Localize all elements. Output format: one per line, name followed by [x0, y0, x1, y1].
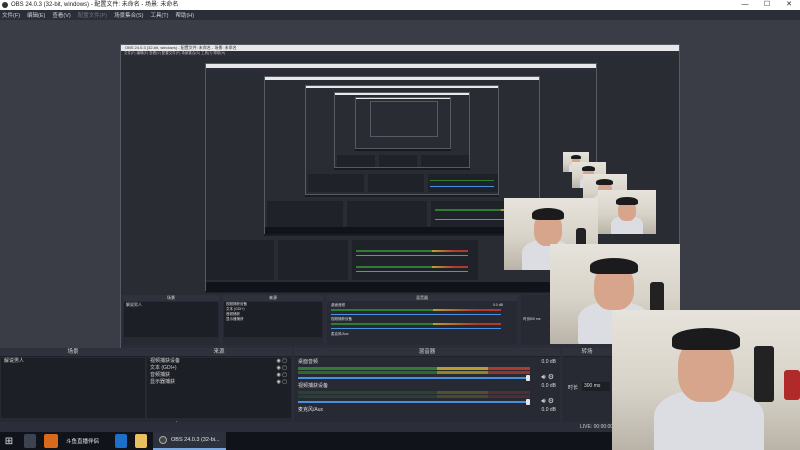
- webcam-frame: [598, 190, 656, 234]
- eye-lock-icon[interactable]: ◉ ▢: [277, 358, 287, 365]
- sources-header: 来源: [146, 348, 292, 357]
- volume-meter: [298, 391, 530, 394]
- mixer-channel: 桌面音频 0.0 dB 🔊︎ ⚙: [298, 359, 556, 381]
- nested-mixer-header: 混音器: [327, 295, 517, 301]
- title-bar: OBS 24.0.3 (32-bit, windows) - 配置文件: 未命名…: [0, 0, 800, 10]
- nested-mixer-ch3: 视频捕获设备: [331, 317, 352, 321]
- screen: OBS 24.0.3 (32-bit, windows) - 配置文件: 未命名…: [0, 0, 800, 450]
- menu-scene-collection[interactable]: 场景集合(S): [114, 11, 143, 19]
- menu-profile[interactable]: 配置文件(P): [78, 11, 107, 19]
- close-button[interactable]: ✕: [778, 0, 800, 10]
- menu-tools[interactable]: 工具(T): [150, 11, 168, 19]
- source-label: 视频捕获设备: [150, 358, 181, 364]
- menu-edit[interactable]: 编辑(E): [27, 11, 45, 19]
- duration-input[interactable]: 300 ms: [582, 382, 610, 391]
- volume-meter: [298, 367, 530, 370]
- volume-meter: [298, 395, 530, 398]
- volume-slider-handle[interactable]: [526, 375, 530, 381]
- nested-scene-item: 解说男人: [126, 302, 142, 307]
- eye-lock-icon[interactable]: ◉ ▢: [277, 379, 287, 386]
- speaker-gear-icon[interactable]: 🔊︎ ⚙: [541, 397, 554, 406]
- window-title: OBS 24.0.3 (32-bit, windows) - 配置文件: 未命名…: [11, 2, 179, 8]
- nested-mixer-ch2: 麦克风/Aux: [331, 332, 349, 336]
- source-item[interactable]: 显示器捕获 ◉ ▢: [147, 379, 291, 386]
- nested-source-item: 显示器捕获: [226, 317, 244, 321]
- taskbar-item-label: OBS 24.0.3 (32-bi...: [171, 437, 220, 443]
- minimize-button[interactable]: —: [734, 0, 756, 10]
- transitions-header: 转场: [562, 348, 612, 357]
- edge-browser-icon[interactable]: [115, 434, 128, 448]
- nested-duration-value: 300 ms: [529, 317, 541, 321]
- eye-lock-icon[interactable]: ◉ ▢: [277, 372, 287, 379]
- scene-item[interactable]: 解说男人: [1, 358, 145, 365]
- menu-bar: 文件(F) 编辑(E) 查看(V) 配置文件(P) 场景集合(S) 工具(T) …: [0, 10, 800, 20]
- channel-db: 0.0 dB: [541, 383, 556, 389]
- menu-file[interactable]: 文件(F): [2, 11, 20, 19]
- speaker-gear-icon[interactable]: 🔊︎ ⚙: [541, 373, 554, 382]
- source-label: 音频捕获: [150, 372, 171, 378]
- channel-db: 0.0 dB: [541, 407, 556, 413]
- sources-list: 视频捕获设备 ◉ ▢ 文本 (GDI+) ◉ ▢ 音频捕获 ◉ ▢ 显示器捕获 ◉ ▢: [147, 358, 291, 418]
- windows-start-button[interactable]: ⊞: [0, 432, 18, 450]
- source-label: 显示器捕获: [150, 379, 176, 385]
- obs-logo-icon: [159, 436, 168, 444]
- source-item[interactable]: 音频捕获 ◉ ▢: [147, 372, 291, 379]
- source-label: 文本 (GDI+): [150, 365, 177, 371]
- mixer-channel: 麦克风/Aux 0.0 dB: [298, 407, 556, 419]
- volume-meter: [298, 371, 530, 374]
- mixer-header: 混音器: [294, 348, 560, 357]
- nested-scenes-header: 场景: [123, 295, 219, 301]
- scenes-list: 解说男人: [1, 358, 145, 418]
- channel-name: 桌面音频: [298, 359, 319, 365]
- channel-name: 麦克风/Aux: [298, 407, 324, 413]
- duration-label: 时长: [568, 385, 579, 391]
- taskbar-item-obs[interactable]: OBS 24.0.3 (32-bi...: [153, 432, 226, 450]
- channel-name: 视频捕获设备: [298, 383, 329, 389]
- scenes-dock: 场景 解说男人 + − ∧ ∨: [0, 348, 146, 432]
- taskbar-item-douyu[interactable]: 斗鱼直播伴侣: [60, 432, 105, 450]
- source-item[interactable]: 视频捕获设备 ◉ ▢: [147, 358, 291, 365]
- nested-mixer-ch1: 桌面音频: [331, 303, 345, 307]
- douyu-app-icon[interactable]: [44, 434, 58, 448]
- volume-slider[interactable]: [298, 377, 530, 379]
- mixer-channel: 视频捕获设备 0.0 dB 🔊︎ ⚙: [298, 383, 556, 405]
- file-explorer-icon[interactable]: [135, 434, 148, 448]
- live-timer: LIVE: 00:00:00: [580, 424, 614, 430]
- sources-dock: 来源 视频捕获设备 ◉ ▢ 文本 (GDI+) ◉ ▢ 音频捕获 ◉ ▢ 显示器捕获 ◉…: [146, 348, 292, 432]
- menu-help[interactable]: 帮助(H): [175, 11, 194, 19]
- task-view-icon[interactable]: [24, 434, 36, 448]
- eye-lock-icon[interactable]: ◉ ▢: [277, 365, 287, 372]
- volume-slider-handle[interactable]: [526, 399, 530, 405]
- menu-view[interactable]: 查看(V): [52, 11, 70, 19]
- preview-area[interactable]: OBS 24.0.3 (32-bit, windows) - 配置文件: 未命名…: [0, 20, 800, 368]
- nested-menu: 文件(F) 编辑(E) 查看(V) 配置文件(P) 场景集合(S) 工具(T) …: [124, 51, 226, 55]
- source-item[interactable]: 文本 (GDI+) ◉ ▢: [147, 365, 291, 372]
- scenes-header: 场景: [0, 348, 146, 357]
- mixer-dock: 混音器 桌面音频 0.0 dB 🔊︎ ⚙ 视频捕获设备 0.0 dB 🔊︎ ⚙: [294, 348, 560, 432]
- nested-mixer-ch1-db: 0.0 dB: [492, 303, 503, 307]
- maximize-button[interactable]: ☐: [756, 0, 778, 10]
- channel-db: 0.0 dB: [541, 359, 556, 365]
- nested-sources-header: 来源: [223, 295, 323, 301]
- volume-slider[interactable]: [298, 401, 530, 403]
- main-webcam-frame: [612, 310, 800, 450]
- obs-logo-icon: [2, 2, 8, 8]
- transitions-dock: 转场 时长 300 ms: [562, 348, 612, 432]
